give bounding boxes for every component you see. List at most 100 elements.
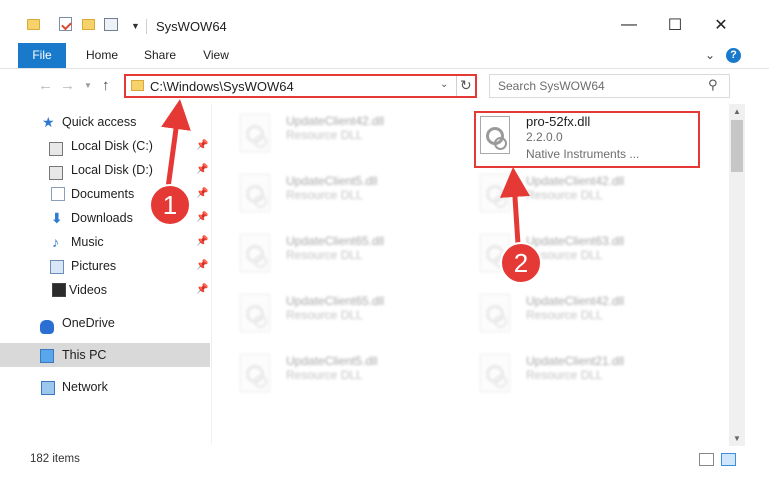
sidebar-item-music[interactable]: ♪ Music 📌 [0, 230, 211, 254]
sidebar-item-videos[interactable]: Videos 📌 [0, 278, 211, 302]
file-type: Resource DLL [286, 308, 363, 322]
pin-icon[interactable]: 📌 [196, 284, 208, 295]
scroll-up-icon[interactable]: ▲ [733, 107, 741, 116]
videos-icon [52, 283, 66, 297]
file-name: UpdateClient65.dll [286, 234, 385, 248]
pin-icon[interactable]: 📌 [196, 212, 208, 223]
sidebar-item-documents[interactable]: Documents 📌 [0, 182, 211, 206]
sidebar-item-label: Music [71, 235, 104, 249]
computer-icon [40, 349, 54, 363]
file-item[interactable]: UpdateClient21.dll Resource DLL [474, 348, 696, 404]
maximize-button[interactable]: ☐ [652, 10, 698, 40]
file-type: Resource DLL [286, 248, 363, 262]
title-separator [146, 19, 147, 34]
tab-file[interactable]: File [18, 43, 66, 68]
tab-view[interactable]: View [194, 43, 238, 68]
forward-button[interactable]: → [60, 77, 75, 94]
pin-icon[interactable]: 📌 [196, 236, 208, 247]
sidebar-item-label: Downloads [71, 211, 133, 225]
back-button[interactable]: ← [38, 77, 53, 94]
sidebar-item-local-disk-d[interactable]: Local Disk (D:) 📌 [0, 158, 211, 182]
disk-icon [49, 166, 63, 180]
close-button[interactable]: ✕ [698, 10, 744, 40]
dll-file-icon [240, 234, 270, 272]
file-name: UpdateClient42.dll [286, 114, 385, 128]
file-name: UpdateClient5.dll [286, 174, 378, 188]
file-type: Resource DLL [526, 368, 603, 382]
file-item[interactable]: UpdateClient42.dll Resource DLL [234, 108, 456, 164]
title-bar: ▼ SysWOW64 — ☐ ✕ [0, 0, 769, 40]
customize-toolbar-icon[interactable] [104, 18, 118, 31]
sidebar-item-label: Network [62, 380, 108, 394]
pin-icon[interactable]: 📌 [196, 164, 208, 175]
file-type: Resource DLL [286, 368, 363, 382]
sidebar-item-label: Local Disk (D:) [71, 163, 153, 177]
file-type: Resource DLL [286, 128, 363, 142]
file-name: UpdateClient21.dll [526, 354, 625, 368]
file-item[interactable]: UpdateClient5.dll Resource DLL [234, 348, 456, 404]
new-folder-icon[interactable] [82, 19, 95, 30]
address-dropdown[interactable]: ⌄ [440, 79, 448, 90]
minimize-button[interactable]: — [606, 10, 652, 40]
dll-file-icon [240, 114, 270, 152]
scrollbar-thumb[interactable] [731, 120, 743, 172]
dll-file-icon [240, 354, 270, 392]
pin-icon[interactable]: 📌 [196, 260, 208, 271]
up-button[interactable]: ↑ [102, 77, 110, 94]
tiles-view-icon[interactable] [721, 453, 736, 466]
sidebar-item-network[interactable]: Network [0, 375, 211, 399]
sidebar-item-this-pc[interactable]: This PC [0, 343, 210, 367]
address-bar[interactable]: C:\Windows\SysWOW64 ⌄ ↻ [124, 74, 477, 98]
file-item[interactable]: UpdateClient42.dll Resource DLL [474, 168, 696, 224]
scroll-down-icon[interactable]: ▼ [733, 434, 741, 443]
file-type: Resource DLL [286, 188, 363, 202]
file-item[interactable]: UpdateClient65.dll Resource DLL [234, 228, 456, 284]
pin-icon[interactable]: 📌 [196, 140, 208, 151]
file-type: Resource DLL [526, 308, 603, 322]
details-view-icon[interactable] [699, 453, 714, 466]
tab-home[interactable]: Home [78, 43, 126, 68]
file-type: Resource DLL [526, 188, 603, 202]
window-title: SysWOW64 [156, 19, 227, 34]
recent-locations-dropdown[interactable]: ▼ [84, 81, 92, 90]
file-item[interactable]: UpdateClient63.dll Resource DLL [474, 228, 696, 284]
file-item[interactable]: UpdateClient42.dll Resource DLL [474, 288, 696, 344]
ribbon-tabs: File Home Share View ⌄ ? [0, 43, 769, 69]
refresh-icon[interactable]: ↻ [460, 77, 472, 94]
pin-icon[interactable]: 📌 [196, 188, 208, 199]
file-item[interactable]: UpdateClient65.dll Resource DLL [234, 288, 456, 344]
sidebar-item-label: OneDrive [62, 316, 115, 330]
navigation-pane: ★ Quick access Local Disk (C:) 📌 Local D… [0, 104, 212, 444]
sidebar-item-quick-access[interactable]: ★ Quick access [0, 110, 211, 134]
sidebar-item-label: Quick access [62, 115, 137, 129]
disk-icon [49, 142, 63, 156]
sidebar-item-local-disk-c[interactable]: Local Disk (C:) 📌 [0, 134, 211, 158]
sidebar-item-label: This PC [62, 348, 107, 362]
sidebar-item-label: Videos [69, 283, 107, 297]
address-path[interactable]: C:\Windows\SysWOW64 [150, 79, 294, 94]
sidebar-item-onedrive[interactable]: OneDrive [0, 311, 211, 335]
file-item[interactable]: UpdateClient5.dll Resource DLL [234, 168, 456, 224]
file-type: Resource DLL [526, 248, 603, 262]
file-name: UpdateClient5.dll [286, 354, 378, 368]
star-icon: ★ [42, 114, 55, 130]
expand-ribbon-icon[interactable]: ⌄ [705, 48, 715, 62]
file-name: UpdateClient42.dll [526, 294, 625, 308]
quick-access-toolbar-dropdown[interactable]: ▼ [131, 21, 140, 31]
dll-file-icon [480, 354, 510, 392]
pictures-icon [50, 260, 64, 274]
sidebar-item-downloads[interactable]: ⬇ Downloads 📌 [0, 206, 211, 230]
help-icon[interactable]: ? [726, 48, 741, 63]
search-icon[interactable]: ⚲ [708, 77, 718, 93]
sidebar-item-pictures[interactable]: Pictures 📌 [0, 254, 211, 278]
sidebar-item-label: Pictures [71, 259, 117, 273]
search-box[interactable]: Search SysWOW64 ⚲ [489, 74, 730, 98]
properties-icon[interactable] [59, 17, 72, 31]
search-input[interactable]: Search SysWOW64 [498, 79, 605, 93]
dll-file-icon [480, 294, 510, 332]
dll-file-icon [480, 174, 510, 212]
vertical-scrollbar[interactable]: ▲ ▼ [729, 104, 745, 446]
file-name: UpdateClient63.dll [526, 234, 625, 248]
address-separator [456, 76, 457, 96]
tab-share[interactable]: Share [137, 43, 183, 68]
